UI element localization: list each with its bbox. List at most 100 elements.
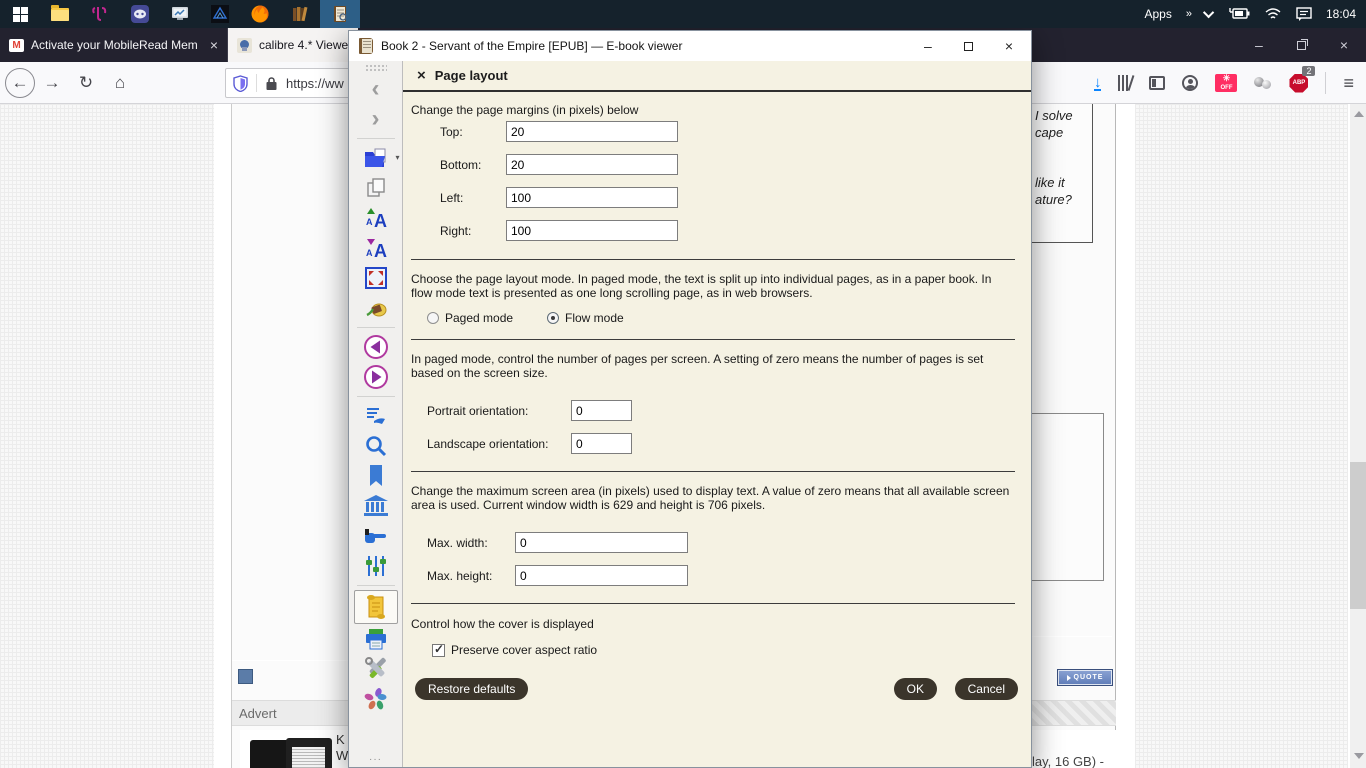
geometric-app-icon <box>211 5 229 23</box>
page-scrollbar[interactable] <box>1350 104 1366 768</box>
viewer-forward-button[interactable]: › <box>354 104 398 134</box>
previous-circle-icon <box>363 335 388 359</box>
cancel-button[interactable]: Cancel <box>954 678 1018 700</box>
back-button[interactable]: ← <box>5 67 35 98</box>
screen-area-text: Change the maximum screen area (in pixel… <box>411 484 1010 513</box>
apps-overflow-chevron[interactable]: » <box>1186 8 1192 20</box>
portrait-orientation-input[interactable] <box>571 400 632 421</box>
library-icon[interactable] <box>1118 75 1135 91</box>
browser-close-button[interactable]: × <box>1340 37 1348 53</box>
font-smaller-icon: AA <box>366 239 387 260</box>
battery-icon[interactable] <box>1228 7 1250 21</box>
preferences-button[interactable] <box>354 551 398 581</box>
preserve-cover-checkbox-row[interactable]: Preserve cover aspect ratio <box>432 642 597 657</box>
hamburger-menu-icon[interactable]: ≡ <box>1343 73 1354 94</box>
decrease-font-size-button[interactable]: AA <box>354 233 398 263</box>
copy-button[interactable] <box>354 173 398 203</box>
checkbox-checked-icon[interactable] <box>432 642 445 657</box>
tab-calibre-viewer[interactable]: calibre 4.* Viewer <box>228 28 358 62</box>
toolbar-drag-handle[interactable] <box>364 64 387 72</box>
notifications-icon[interactable] <box>1296 7 1312 21</box>
taskbar-clock[interactable]: 18:04 <box>1326 7 1356 21</box>
restore-defaults-button[interactable]: Restore defaults <box>415 678 529 700</box>
viewer-back-button[interactable]: ‹ <box>354 74 398 104</box>
radio-icon[interactable] <box>427 312 439 324</box>
dialog-close-icon[interactable]: × <box>417 68 426 83</box>
open-ebook-button[interactable]: ▾ <box>354 143 400 173</box>
downloads-icon[interactable]: ↓ <box>1093 75 1102 91</box>
forward-button[interactable]: → <box>35 73 69 93</box>
plugins-button[interactable] <box>354 684 398 714</box>
tools-button[interactable] <box>354 654 398 684</box>
url-text[interactable]: https://ww <box>286 76 344 91</box>
screenshot-off-addon-icon[interactable]: OFF <box>1215 73 1238 92</box>
taskbar-monitor-app[interactable] <box>160 0 200 28</box>
flow-mode-radio[interactable]: Flow mode <box>547 311 624 325</box>
flow-mode-toggle-button[interactable] <box>353 590 398 624</box>
taskbar-file-explorer[interactable] <box>40 0 80 28</box>
open-dropdown-caret-icon[interactable]: ▾ <box>395 153 399 162</box>
increase-font-size-button[interactable]: AA <box>354 203 398 233</box>
taskbar-calibre-viewer[interactable] <box>320 0 360 28</box>
start-button[interactable] <box>0 0 40 28</box>
max-height-input[interactable] <box>515 565 688 586</box>
address-bar[interactable]: https://ww <box>225 68 365 98</box>
ok-button[interactable]: OK <box>893 678 937 700</box>
quote-button[interactable]: QUOTE <box>1057 669 1113 686</box>
toolbar-overflow-dots[interactable]: ··· <box>369 754 382 767</box>
calibre-close-button[interactable]: × <box>1005 38 1013 54</box>
post-status-icon[interactable] <box>238 669 253 684</box>
browser-minimize-button[interactable]: – <box>1255 37 1263 53</box>
tab-close-icon[interactable]: × <box>210 37 218 53</box>
tray-expand-chevron-icon[interactable] <box>1202 6 1215 19</box>
ad-text-fragment[interactable]: lay, 16 GB) - <box>1032 754 1104 768</box>
taskbar-dark-app[interactable] <box>200 0 240 28</box>
system-tray: Apps » 18:04 <box>1144 6 1366 21</box>
taskbar-app-1[interactable] <box>80 0 120 28</box>
taskbar-firefox[interactable] <box>240 0 280 28</box>
radio-icon-checked[interactable] <box>547 312 559 324</box>
margin-left-input[interactable] <box>506 187 678 208</box>
page-scrollbar-thumb[interactable] <box>1350 462 1366 609</box>
next-page-button[interactable] <box>354 362 398 392</box>
print-button[interactable] <box>354 624 398 654</box>
previous-page-button[interactable] <box>354 332 398 362</box>
books-icon <box>293 6 308 22</box>
margin-bottom-input[interactable] <box>506 154 678 175</box>
tracking-protection-shield-icon[interactable] <box>233 74 248 92</box>
goto-button[interactable] <box>354 521 398 551</box>
search-button[interactable] <box>354 431 398 461</box>
paged-mode-radio[interactable]: Paged mode <box>427 311 513 325</box>
home-button[interactable]: ⌂ <box>103 73 137 93</box>
table-of-contents-button[interactable] <box>354 401 398 431</box>
max-width-input[interactable] <box>515 532 688 553</box>
browser-restore-button[interactable] <box>1296 40 1306 50</box>
svg-text:A: A <box>366 248 373 258</box>
taskbar-calibre-library[interactable] <box>280 0 320 28</box>
addon-spheres-icon[interactable] <box>1254 75 1272 91</box>
wifi-icon[interactable] <box>1264 7 1282 21</box>
margin-top-input[interactable] <box>506 121 678 142</box>
adblock-plus-button[interactable]: ABP 2 <box>1289 65 1316 93</box>
tab-mobileread-activate[interactable]: M Activate your MobileRead Mem × <box>0 28 228 62</box>
margin-right-input[interactable] <box>506 220 678 241</box>
reload-button[interactable]: ↻ <box>69 73 103 93</box>
account-icon[interactable] <box>1182 75 1199 91</box>
taskbar-discord[interactable] <box>120 0 160 28</box>
calibre-maximize-button[interactable] <box>963 41 973 51</box>
kindle-product-image[interactable] <box>250 738 334 768</box>
scroll-icon <box>366 595 385 619</box>
scrollbar-down-arrow[interactable] <box>1354 753 1364 759</box>
apps-label[interactable]: Apps <box>1144 7 1171 21</box>
fullscreen-button[interactable] <box>354 263 398 293</box>
ad-text-fragment: W <box>336 748 349 763</box>
calibre-minimize-button[interactable]: – <box>924 38 932 54</box>
bookmark-button[interactable] <box>354 461 398 491</box>
sidebar-toggle-icon[interactable] <box>1149 76 1166 90</box>
scrollbar-up-arrow[interactable] <box>1354 111 1364 117</box>
landscape-orientation-input[interactable] <box>571 433 632 454</box>
library-button[interactable] <box>354 491 398 521</box>
calibre-titlebar[interactable]: Book 2 - Servant of the Empire [EPUB] — … <box>349 31 1031 61</box>
theme-preferences-button[interactable] <box>354 293 398 323</box>
page-background-right <box>1135 104 1348 768</box>
